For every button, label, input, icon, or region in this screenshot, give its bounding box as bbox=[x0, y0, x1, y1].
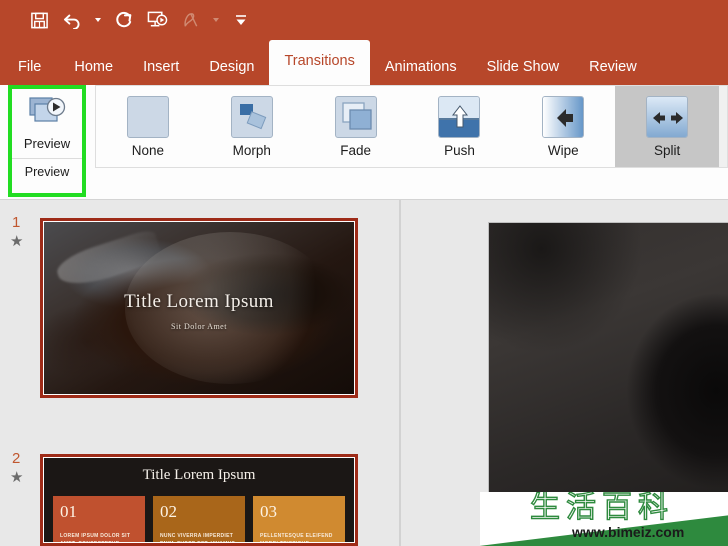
slide-1-title: Title Lorem Ipsum bbox=[124, 290, 274, 312]
transition-split[interactable]: Split bbox=[615, 86, 720, 167]
tab-file[interactable]: File bbox=[0, 49, 59, 85]
card-03-text: PELLENTESQUE ELEIFEND MORBI TRISTIQUE bbox=[260, 533, 333, 542]
transition-push[interactable]: Push bbox=[407, 86, 512, 167]
ribbon-body: Preview Preview None Morph Fade Push Wip… bbox=[0, 85, 728, 200]
transition-none-label: None bbox=[131, 142, 165, 158]
tab-review[interactable]: Review bbox=[574, 49, 652, 85]
quick-access-toolbar bbox=[0, 0, 728, 40]
transition-wipe[interactable]: Wipe bbox=[511, 86, 616, 167]
slide-2-number: 2 bbox=[12, 450, 21, 467]
transition-morph[interactable]: Morph bbox=[199, 86, 304, 167]
watermark: 生活百科 www.bimeiz.com bbox=[480, 492, 728, 546]
preview-group-highlight: Preview Preview bbox=[8, 85, 86, 197]
start-presentation-icon[interactable] bbox=[142, 5, 172, 35]
transition-none[interactable]: None bbox=[96, 86, 200, 167]
wipe-icon bbox=[542, 95, 585, 138]
transition-gallery: None Morph Fade Push Wipe Split bbox=[95, 85, 728, 168]
transition-push-label: Push bbox=[444, 142, 475, 158]
card-03-number: 03 bbox=[260, 502, 277, 521]
tab-animations[interactable]: Animations bbox=[370, 49, 472, 85]
group-separator bbox=[12, 158, 82, 159]
slide-2-title: Title Lorem Ipsum bbox=[142, 467, 256, 483]
ink-dropdown-icon bbox=[210, 5, 222, 35]
undo-icon[interactable] bbox=[58, 5, 88, 35]
slide-thumbnail-1[interactable]: Title Lorem Ipsum Sit Dolor Amet bbox=[40, 218, 358, 398]
transition-morph-label: Morph bbox=[232, 142, 271, 158]
push-icon bbox=[438, 95, 481, 138]
transition-wipe-label: Wipe bbox=[547, 142, 579, 158]
redo-icon[interactable] bbox=[108, 5, 138, 35]
slide-1-number: 1 bbox=[12, 214, 21, 231]
undo-dropdown-icon[interactable] bbox=[92, 5, 104, 35]
slide-2-card-02: 02 NUNC VIVERRA IMPERDIET ENIM. FUSCE ES… bbox=[153, 496, 245, 542]
card-02-text: NUNC VIVERRA IMPERDIET ENIM. FUSCE EST. … bbox=[160, 533, 235, 542]
transition-fade[interactable]: Fade bbox=[303, 86, 408, 167]
tab-design[interactable]: Design bbox=[194, 49, 269, 85]
preview-icon bbox=[25, 94, 69, 134]
save-icon[interactable] bbox=[24, 5, 54, 35]
powerpoint-window: File Home Insert Design Transitions Anim… bbox=[0, 0, 728, 546]
card-01-text: LOREM IPSUM DOLOR SIT AMET, CONSECTETUR bbox=[60, 533, 131, 542]
none-icon bbox=[126, 95, 169, 138]
watermark-url: www.bimeiz.com bbox=[572, 524, 685, 540]
slide-1-subtitle: Sit Dolor Amet bbox=[171, 321, 227, 331]
transition-split-label: Split bbox=[654, 142, 681, 158]
ink-pen-icon bbox=[176, 5, 206, 35]
card-02-number: 02 bbox=[160, 502, 177, 521]
slide-2-card-01: 01 LOREM IPSUM DOLOR SIT AMET, CONSECTET… bbox=[53, 496, 145, 542]
slide-thumbnail-pane: 1 ★ Title Lorem Ipsum Sit Dolor Amet 2 ★… bbox=[0, 200, 400, 546]
slide-2-transition-star-icon[interactable]: ★ bbox=[10, 470, 23, 485]
workspace: 1 ★ Title Lorem Ipsum Sit Dolor Amet 2 ★… bbox=[0, 200, 728, 546]
morph-icon bbox=[230, 95, 273, 138]
watermark-logo-text: 生活百科 bbox=[529, 492, 674, 525]
ribbon-tab-bar: File Home Insert Design Transitions Anim… bbox=[0, 40, 728, 85]
preview-group-label: Preview bbox=[24, 165, 70, 179]
fade-icon bbox=[334, 95, 377, 138]
gallery-scrollbar[interactable] bbox=[719, 86, 727, 167]
slide-thumbnail-2[interactable]: Title Lorem Ipsum 01 LOREM IPSUM DOLOR S… bbox=[40, 454, 358, 546]
slide-2-card-group: 01 LOREM IPSUM DOLOR SIT AMET, CONSECTET… bbox=[53, 496, 345, 542]
slide-1-transition-star-icon[interactable]: ★ bbox=[10, 234, 23, 249]
tab-transitions[interactable]: Transitions bbox=[269, 40, 370, 85]
card-01-number: 01 bbox=[60, 502, 77, 521]
tab-slide-show[interactable]: Slide Show bbox=[472, 49, 575, 85]
transition-fade-label: Fade bbox=[340, 142, 371, 158]
split-icon bbox=[646, 95, 689, 138]
preview-button-label: Preview bbox=[23, 136, 71, 151]
tab-insert[interactable]: Insert bbox=[128, 49, 194, 85]
customize-quick-access-toolbar-icon[interactable] bbox=[226, 5, 256, 35]
tab-home[interactable]: Home bbox=[59, 49, 128, 85]
slide-2-card-03: 03 PELLENTESQUE ELEIFEND MORBI TRISTIQUE bbox=[253, 496, 345, 542]
preview-button[interactable]: Preview bbox=[16, 94, 78, 151]
